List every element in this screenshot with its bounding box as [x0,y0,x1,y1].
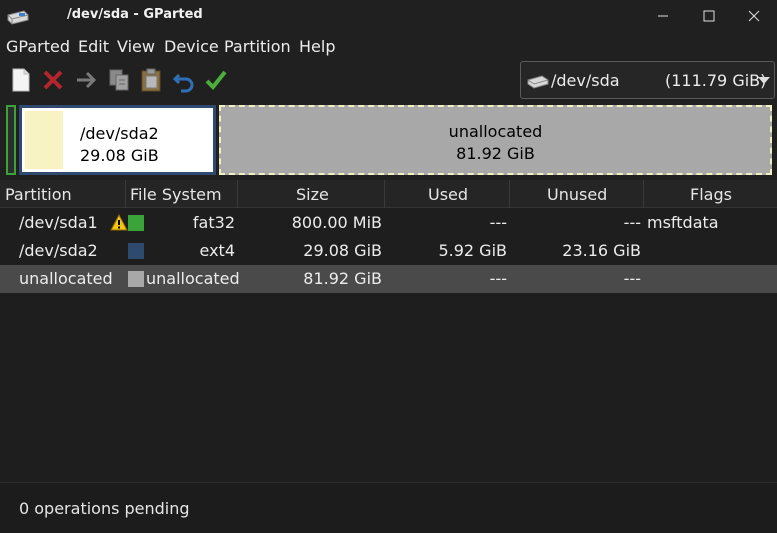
filesystem-color-swatch [128,215,144,231]
menu-edit[interactable]: Edit [78,37,109,56]
minimize-button[interactable] [640,0,686,32]
menu-view[interactable]: View [117,37,155,56]
column-header-filesystem[interactable]: File System [130,185,222,204]
size-cell: 81.92 GiB [303,269,382,288]
table-row[interactable]: /dev/sda1 fat32 800.00 MiB --- --- msftd… [0,209,777,237]
graph-partition-size: 81.92 GiB [456,144,535,163]
graph-partition-name: unallocated [448,122,543,141]
partition-graph: /dev/sda2 29.08 GiB unallocated 81.92 Gi… [0,102,777,180]
column-header-size[interactable]: Size [296,185,329,204]
unused-cell: --- [623,269,641,288]
menu-partition[interactable]: Partition [224,37,291,56]
graph-partition-name: /dev/sda2 [80,124,159,143]
unused-cell: 23.16 GiB [562,241,641,260]
device-name: /dev/sda [551,71,620,90]
device-selector[interactable]: /dev/sda (111.79 GiB) [520,61,775,99]
gparted-app-icon [7,10,29,25]
table-row[interactable]: unallocated unallocated 81.92 GiB --- --… [0,265,777,293]
size-cell: 29.08 GiB [303,241,382,260]
warning-icon [110,214,128,231]
copy-icon[interactable] [106,67,132,93]
table-header: Partition File System Size Used Unused F… [0,180,777,208]
menu-help[interactable]: Help [299,37,335,56]
maximize-button[interactable] [686,0,732,32]
filesystem-cell: unallocated [146,269,240,288]
used-cell: 5.92 GiB [438,241,507,260]
column-header-unused[interactable]: Unused [547,185,607,204]
size-cell: 800.00 MiB [291,213,382,232]
used-cell: --- [489,269,507,288]
toolbar: /dev/sda (111.79 GiB) [0,60,777,102]
unused-cell: --- [623,213,641,232]
disk-icon [527,75,549,89]
graph-partition-sda2[interactable]: /dev/sda2 29.08 GiB [19,105,216,175]
column-divider[interactable] [384,180,385,208]
used-space-bar [25,111,63,169]
column-header-partition[interactable]: Partition [5,185,72,204]
menu-device[interactable]: Device [164,37,219,56]
flags-cell: msftdata [647,213,719,232]
partition-table: Partition File System Size Used Unused F… [0,180,777,482]
partition-cell: unallocated [19,269,113,288]
device-size: (111.79 GiB) [665,71,767,90]
chevron-down-icon [758,77,770,84]
operations-pending-status: 0 operations pending [19,499,190,518]
column-divider[interactable] [509,180,510,208]
column-divider[interactable] [125,180,126,208]
partition-cell: /dev/sda2 [19,241,98,260]
used-cell: --- [489,213,507,232]
delete-icon[interactable] [40,67,66,93]
column-header-flags[interactable]: Flags [690,185,732,204]
new-icon[interactable] [8,67,34,93]
filesystem-color-swatch [128,243,144,259]
apply-icon[interactable] [203,67,229,93]
filesystem-color-swatch [128,271,144,287]
title-bar: /dev/sda - GParted [0,0,777,32]
menu-bar: GParted Edit View Device Partition Help [0,32,777,60]
graph-partition-size: 29.08 GiB [80,146,159,165]
status-bar: 0 operations pending [0,482,777,533]
window-title: /dev/sda - GParted [67,7,203,22]
table-row[interactable]: /dev/sda2 ext4 29.08 GiB 5.92 GiB 23.16 … [0,237,777,265]
column-divider[interactable] [643,180,644,208]
partition-cell: /dev/sda1 [19,213,98,232]
graph-partition-sda1[interactable] [6,105,16,175]
paste-icon[interactable] [138,67,164,93]
column-divider[interactable] [237,180,238,208]
menu-gparted[interactable]: GParted [6,37,70,56]
close-button[interactable] [731,0,777,32]
filesystem-cell: fat32 [192,213,235,232]
filesystem-cell: ext4 [199,241,235,260]
undo-icon[interactable] [171,67,197,93]
graph-partition-unallocated[interactable]: unallocated 81.92 GiB [219,105,772,175]
column-header-used[interactable]: Used [428,185,468,204]
resize-move-icon[interactable] [73,67,99,93]
